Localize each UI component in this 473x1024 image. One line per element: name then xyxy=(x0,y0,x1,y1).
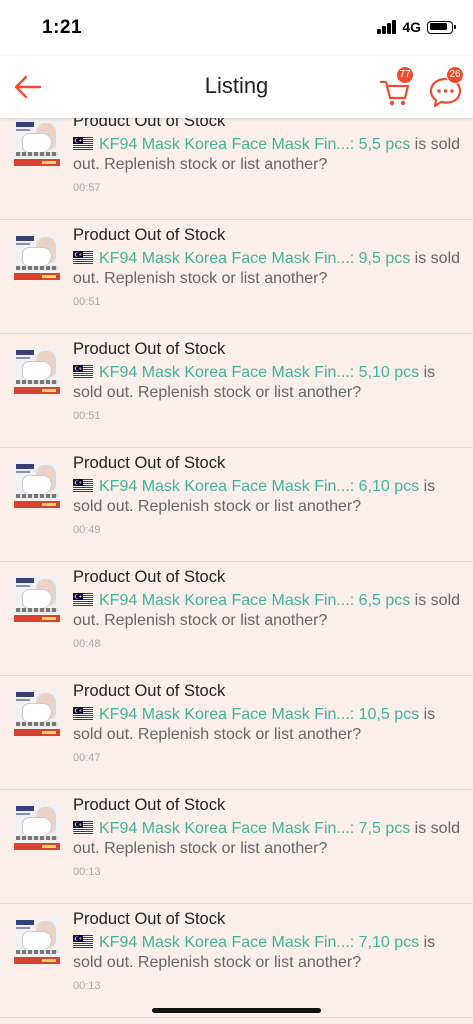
notification-item[interactable]: Product Out of Stock KF94 Mask Korea Fac… xyxy=(0,676,473,790)
nav-bar: Listing 77 26 xyxy=(0,56,473,118)
notification-title: Product Out of Stock xyxy=(73,226,226,244)
notification-item[interactable]: Product Out of Stock KF94 Mask Korea Fac… xyxy=(0,790,473,904)
malaysia-flag-icon xyxy=(73,821,93,834)
notification-title: Product Out of Stock xyxy=(73,682,226,700)
notification-title: Product Out of Stock xyxy=(73,568,226,586)
notification-list-inner: Product Out of Stock KF94 Mask Korea Fac… xyxy=(0,118,473,1018)
notification-message: KF94 Mask Korea Face Mask Fin...: 10,5 p… xyxy=(73,705,463,744)
notification-message: KF94 Mask Korea Face Mask Fin...: 5,5 pc… xyxy=(73,135,463,174)
notification-message: KF94 Mask Korea Face Mask Fin...: 7,10 p… xyxy=(73,933,463,972)
notification-item[interactable]: Product Out of Stock KF94 Mask Korea Fac… xyxy=(0,220,473,334)
product-link[interactable]: KF94 Mask Korea Face Mask Fin...: 5,10 p… xyxy=(99,364,419,381)
product-link[interactable]: KF94 Mask Korea Face Mask Fin...: 6,10 p… xyxy=(99,478,419,495)
notification-title: Product Out of Stock xyxy=(73,340,226,358)
notification-time: 00:13 xyxy=(73,980,101,992)
notification-message: KF94 Mask Korea Face Mask Fin...: 5,10 p… xyxy=(73,363,463,402)
notification-time: 00:47 xyxy=(73,752,101,764)
notification-time: 00:48 xyxy=(73,638,101,650)
notification-item[interactable]: Product Out of Stock KF94 Mask Korea Fac… xyxy=(0,118,473,220)
chat-badge: 26 xyxy=(446,66,464,84)
status-indicators: 4G xyxy=(377,19,456,35)
notification-time: 00:13 xyxy=(73,866,101,878)
signal-icon xyxy=(377,20,397,34)
battery-icon xyxy=(427,20,456,34)
malaysia-flag-icon xyxy=(73,137,93,150)
notification-time: 00:49 xyxy=(73,524,101,536)
notification-message: KF94 Mask Korea Face Mask Fin...: 6,5 pc… xyxy=(73,591,463,630)
product-link[interactable]: KF94 Mask Korea Face Mask Fin...: 6,5 pc… xyxy=(99,592,410,609)
malaysia-flag-icon xyxy=(73,935,93,948)
product-thumbnail xyxy=(14,690,60,736)
malaysia-flag-icon xyxy=(73,479,93,492)
product-thumbnail xyxy=(14,348,60,394)
notification-message: KF94 Mask Korea Face Mask Fin...: 9,5 pc… xyxy=(73,249,463,288)
notification-title: Product Out of Stock xyxy=(73,796,226,814)
notification-list[interactable]: Product Out of Stock KF94 Mask Korea Fac… xyxy=(0,118,473,1024)
notification-message: KF94 Mask Korea Face Mask Fin...: 6,10 p… xyxy=(73,477,463,516)
product-link[interactable]: KF94 Mask Korea Face Mask Fin...: 10,5 p… xyxy=(99,706,419,723)
network-label: 4G xyxy=(402,19,421,35)
malaysia-flag-icon xyxy=(73,251,93,264)
notification-time: 00:51 xyxy=(73,296,101,308)
product-thumbnail xyxy=(14,462,60,508)
notification-title: Product Out of Stock xyxy=(73,910,226,928)
malaysia-flag-icon xyxy=(73,365,93,378)
notification-time: 00:51 xyxy=(73,410,101,422)
notification-title: Product Out of Stock xyxy=(73,118,226,130)
malaysia-flag-icon xyxy=(73,707,93,720)
notification-item[interactable]: Product Out of Stock KF94 Mask Korea Fac… xyxy=(0,562,473,676)
product-thumbnail xyxy=(14,234,60,280)
malaysia-flag-icon xyxy=(73,593,93,606)
chat-button[interactable]: 26 xyxy=(428,66,468,108)
notification-item[interactable]: Product Out of Stock KF94 Mask Korea Fac… xyxy=(0,448,473,562)
product-link[interactable]: KF94 Mask Korea Face Mask Fin...: 9,5 pc… xyxy=(99,250,410,267)
notification-title: Product Out of Stock xyxy=(73,454,226,472)
cart-badge: 77 xyxy=(396,66,414,84)
notification-message: KF94 Mask Korea Face Mask Fin...: 7,5 pc… xyxy=(73,819,463,858)
status-bar: 1:21 4G xyxy=(0,0,473,56)
status-time: 1:21 xyxy=(42,17,83,38)
product-link[interactable]: KF94 Mask Korea Face Mask Fin...: 7,5 pc… xyxy=(99,820,410,837)
notification-item[interactable]: Product Out of Stock KF94 Mask Korea Fac… xyxy=(0,334,473,448)
product-thumbnail xyxy=(14,576,60,622)
product-thumbnail xyxy=(14,804,60,850)
product-thumbnail xyxy=(14,120,60,166)
home-indicator xyxy=(152,1008,321,1013)
product-link[interactable]: KF94 Mask Korea Face Mask Fin...: 5,5 pc… xyxy=(99,136,410,153)
notification-item[interactable]: Product Out of Stock KF94 Mask Korea Fac… xyxy=(0,904,473,1018)
product-thumbnail xyxy=(14,918,60,964)
product-link[interactable]: KF94 Mask Korea Face Mask Fin...: 7,10 p… xyxy=(99,934,419,951)
cart-button[interactable]: 77 xyxy=(378,66,418,108)
notification-time: 00:57 xyxy=(73,182,101,194)
